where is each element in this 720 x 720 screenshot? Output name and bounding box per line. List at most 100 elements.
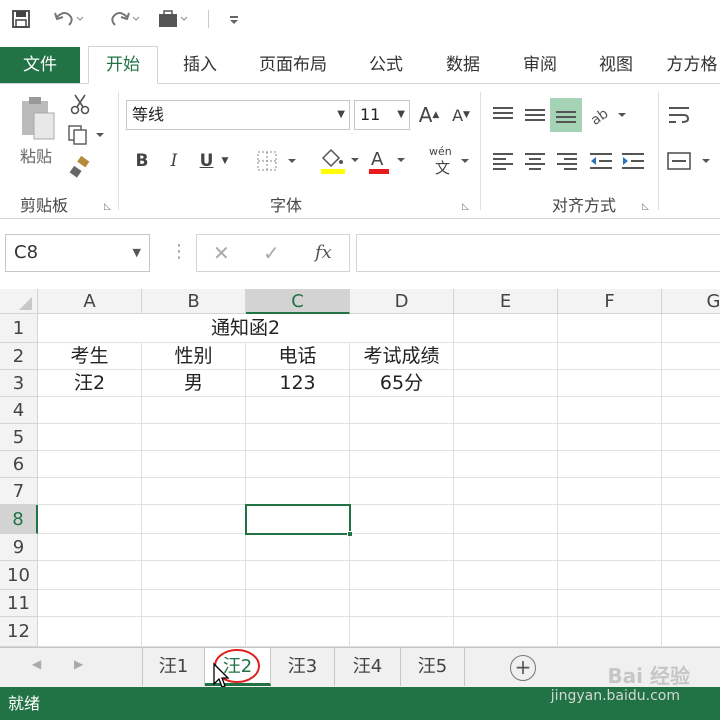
grid-cell[interactable]	[454, 534, 558, 561]
tab-home[interactable]: 开始	[88, 46, 158, 84]
font-name-select[interactable]: 等线 ▼	[126, 100, 350, 130]
column-header-d[interactable]: D	[350, 289, 454, 314]
grid-cell[interactable]	[454, 424, 558, 451]
grid-cell[interactable]	[246, 617, 350, 647]
row-header-2[interactable]: 2	[0, 343, 38, 370]
grid-cell[interactable]	[142, 590, 246, 617]
bold-button[interactable]: B	[130, 146, 154, 176]
grid-cell[interactable]	[38, 451, 142, 478]
sheet-tab-3[interactable]: 汪3	[271, 648, 335, 686]
copy-icon[interactable]	[64, 122, 108, 148]
grid-cell[interactable]	[38, 561, 142, 590]
tab-insert[interactable]: 插入	[170, 47, 230, 83]
grid-cell[interactable]	[142, 478, 246, 505]
grid-cell[interactable]	[662, 370, 720, 397]
grid-cell[interactable]	[246, 478, 350, 505]
save-icon[interactable]	[6, 4, 36, 34]
grid-cell[interactable]	[350, 617, 454, 647]
decrease-font-size-icon[interactable]: A ▼	[448, 100, 474, 130]
grid-cell[interactable]	[350, 451, 454, 478]
row-header-4[interactable]: 4	[0, 397, 38, 424]
grid-cell[interactable]	[246, 397, 350, 424]
undo-icon[interactable]	[48, 4, 88, 34]
redo-icon[interactable]	[104, 4, 144, 34]
grid-cell[interactable]	[662, 561, 720, 590]
column-header-e[interactable]: E	[454, 289, 558, 314]
grid-cell[interactable]	[558, 590, 662, 617]
grid-cell[interactable]	[558, 314, 662, 343]
grid-cell[interactable]	[38, 617, 142, 647]
grid-cell[interactable]	[662, 478, 720, 505]
grid-cell[interactable]	[350, 561, 454, 590]
grid-cell[interactable]	[558, 424, 662, 451]
grid-cell[interactable]	[38, 397, 142, 424]
grid-cell[interactable]	[246, 451, 350, 478]
new-sheet-icon[interactable]: +	[510, 655, 536, 681]
tab-page-layout[interactable]: 页面布局	[250, 47, 336, 83]
grid-cell[interactable]	[454, 451, 558, 478]
align-middle-icon[interactable]	[520, 100, 550, 130]
font-color-icon[interactable]: A	[364, 144, 410, 178]
grid-cell[interactable]	[350, 505, 454, 534]
grid-cell[interactable]	[454, 561, 558, 590]
column-header-f[interactable]: F	[558, 289, 662, 314]
cut-icon[interactable]	[66, 90, 94, 118]
grid-cell[interactable]	[558, 617, 662, 647]
grid-cell[interactable]	[350, 590, 454, 617]
align-right-icon[interactable]	[552, 146, 582, 176]
phonetic-guide-icon[interactable]: wén 文	[424, 142, 472, 178]
grid-cell[interactable]	[662, 590, 720, 617]
alignment-dialog-launcher-icon[interactable]: ◺	[642, 202, 649, 212]
increase-indent-icon[interactable]	[618, 146, 648, 176]
row-header-8[interactable]: 8	[0, 505, 38, 534]
enter-icon[interactable]: ✓	[263, 235, 280, 271]
column-header-a[interactable]: A	[38, 289, 142, 314]
wrap-text-icon[interactable]	[664, 100, 694, 130]
grid-cell[interactable]	[558, 397, 662, 424]
cell-c3[interactable]: 123	[246, 370, 350, 397]
paste-button[interactable]: 粘贴	[10, 92, 62, 170]
grid-cell[interactable]	[38, 534, 142, 561]
align-left-icon[interactable]	[488, 146, 518, 176]
row-header-11[interactable]: 11	[0, 590, 38, 617]
row-header-1[interactable]: 1	[0, 314, 38, 343]
grid-cell[interactable]	[558, 534, 662, 561]
row-header-5[interactable]: 5	[0, 424, 38, 451]
grid-cell[interactable]	[454, 590, 558, 617]
tab-file[interactable]: 文件	[0, 47, 80, 83]
grid-cell[interactable]	[142, 424, 246, 451]
cell-c2[interactable]: 电话	[246, 343, 350, 370]
merge-center-icon[interactable]	[664, 146, 714, 176]
align-center-icon[interactable]	[520, 146, 550, 176]
grid-cell[interactable]	[662, 505, 720, 534]
grid-cell[interactable]	[142, 505, 246, 534]
grid-cell[interactable]	[662, 424, 720, 451]
row-header-10[interactable]: 10	[0, 561, 38, 590]
grid-cell[interactable]	[142, 451, 246, 478]
sheet-tab-4[interactable]: 汪4	[335, 648, 401, 686]
grid-cell[interactable]	[662, 314, 720, 343]
grid-cell[interactable]	[350, 534, 454, 561]
fill-color-icon[interactable]	[316, 144, 362, 178]
grid-cell[interactable]	[142, 534, 246, 561]
grid-cell[interactable]	[662, 617, 720, 647]
clipboard-dialog-launcher-icon[interactable]: ◺	[104, 202, 111, 212]
grid-cell[interactable]	[350, 424, 454, 451]
insert-function-button[interactable]: fx	[315, 235, 332, 271]
grid-cell[interactable]	[246, 424, 350, 451]
formula-input[interactable]	[356, 234, 720, 272]
cell-d2[interactable]: 考试成绩	[350, 343, 454, 370]
orientation-icon[interactable]: ab	[586, 100, 630, 130]
tab-view[interactable]: 视图	[586, 47, 646, 83]
grid-cell[interactable]	[454, 617, 558, 647]
grid-cell[interactable]	[454, 370, 558, 397]
underline-button[interactable]: U ▼	[194, 146, 234, 176]
tab-formulas[interactable]: 公式	[356, 47, 416, 83]
grid-cell[interactable]	[662, 397, 720, 424]
grid-cell[interactable]	[558, 478, 662, 505]
grid-cell[interactable]	[142, 397, 246, 424]
column-header-g[interactable]: G	[662, 289, 720, 314]
grid-cell[interactable]	[350, 397, 454, 424]
cell-d3[interactable]: 65分	[350, 370, 454, 397]
grid-cell[interactable]	[246, 561, 350, 590]
